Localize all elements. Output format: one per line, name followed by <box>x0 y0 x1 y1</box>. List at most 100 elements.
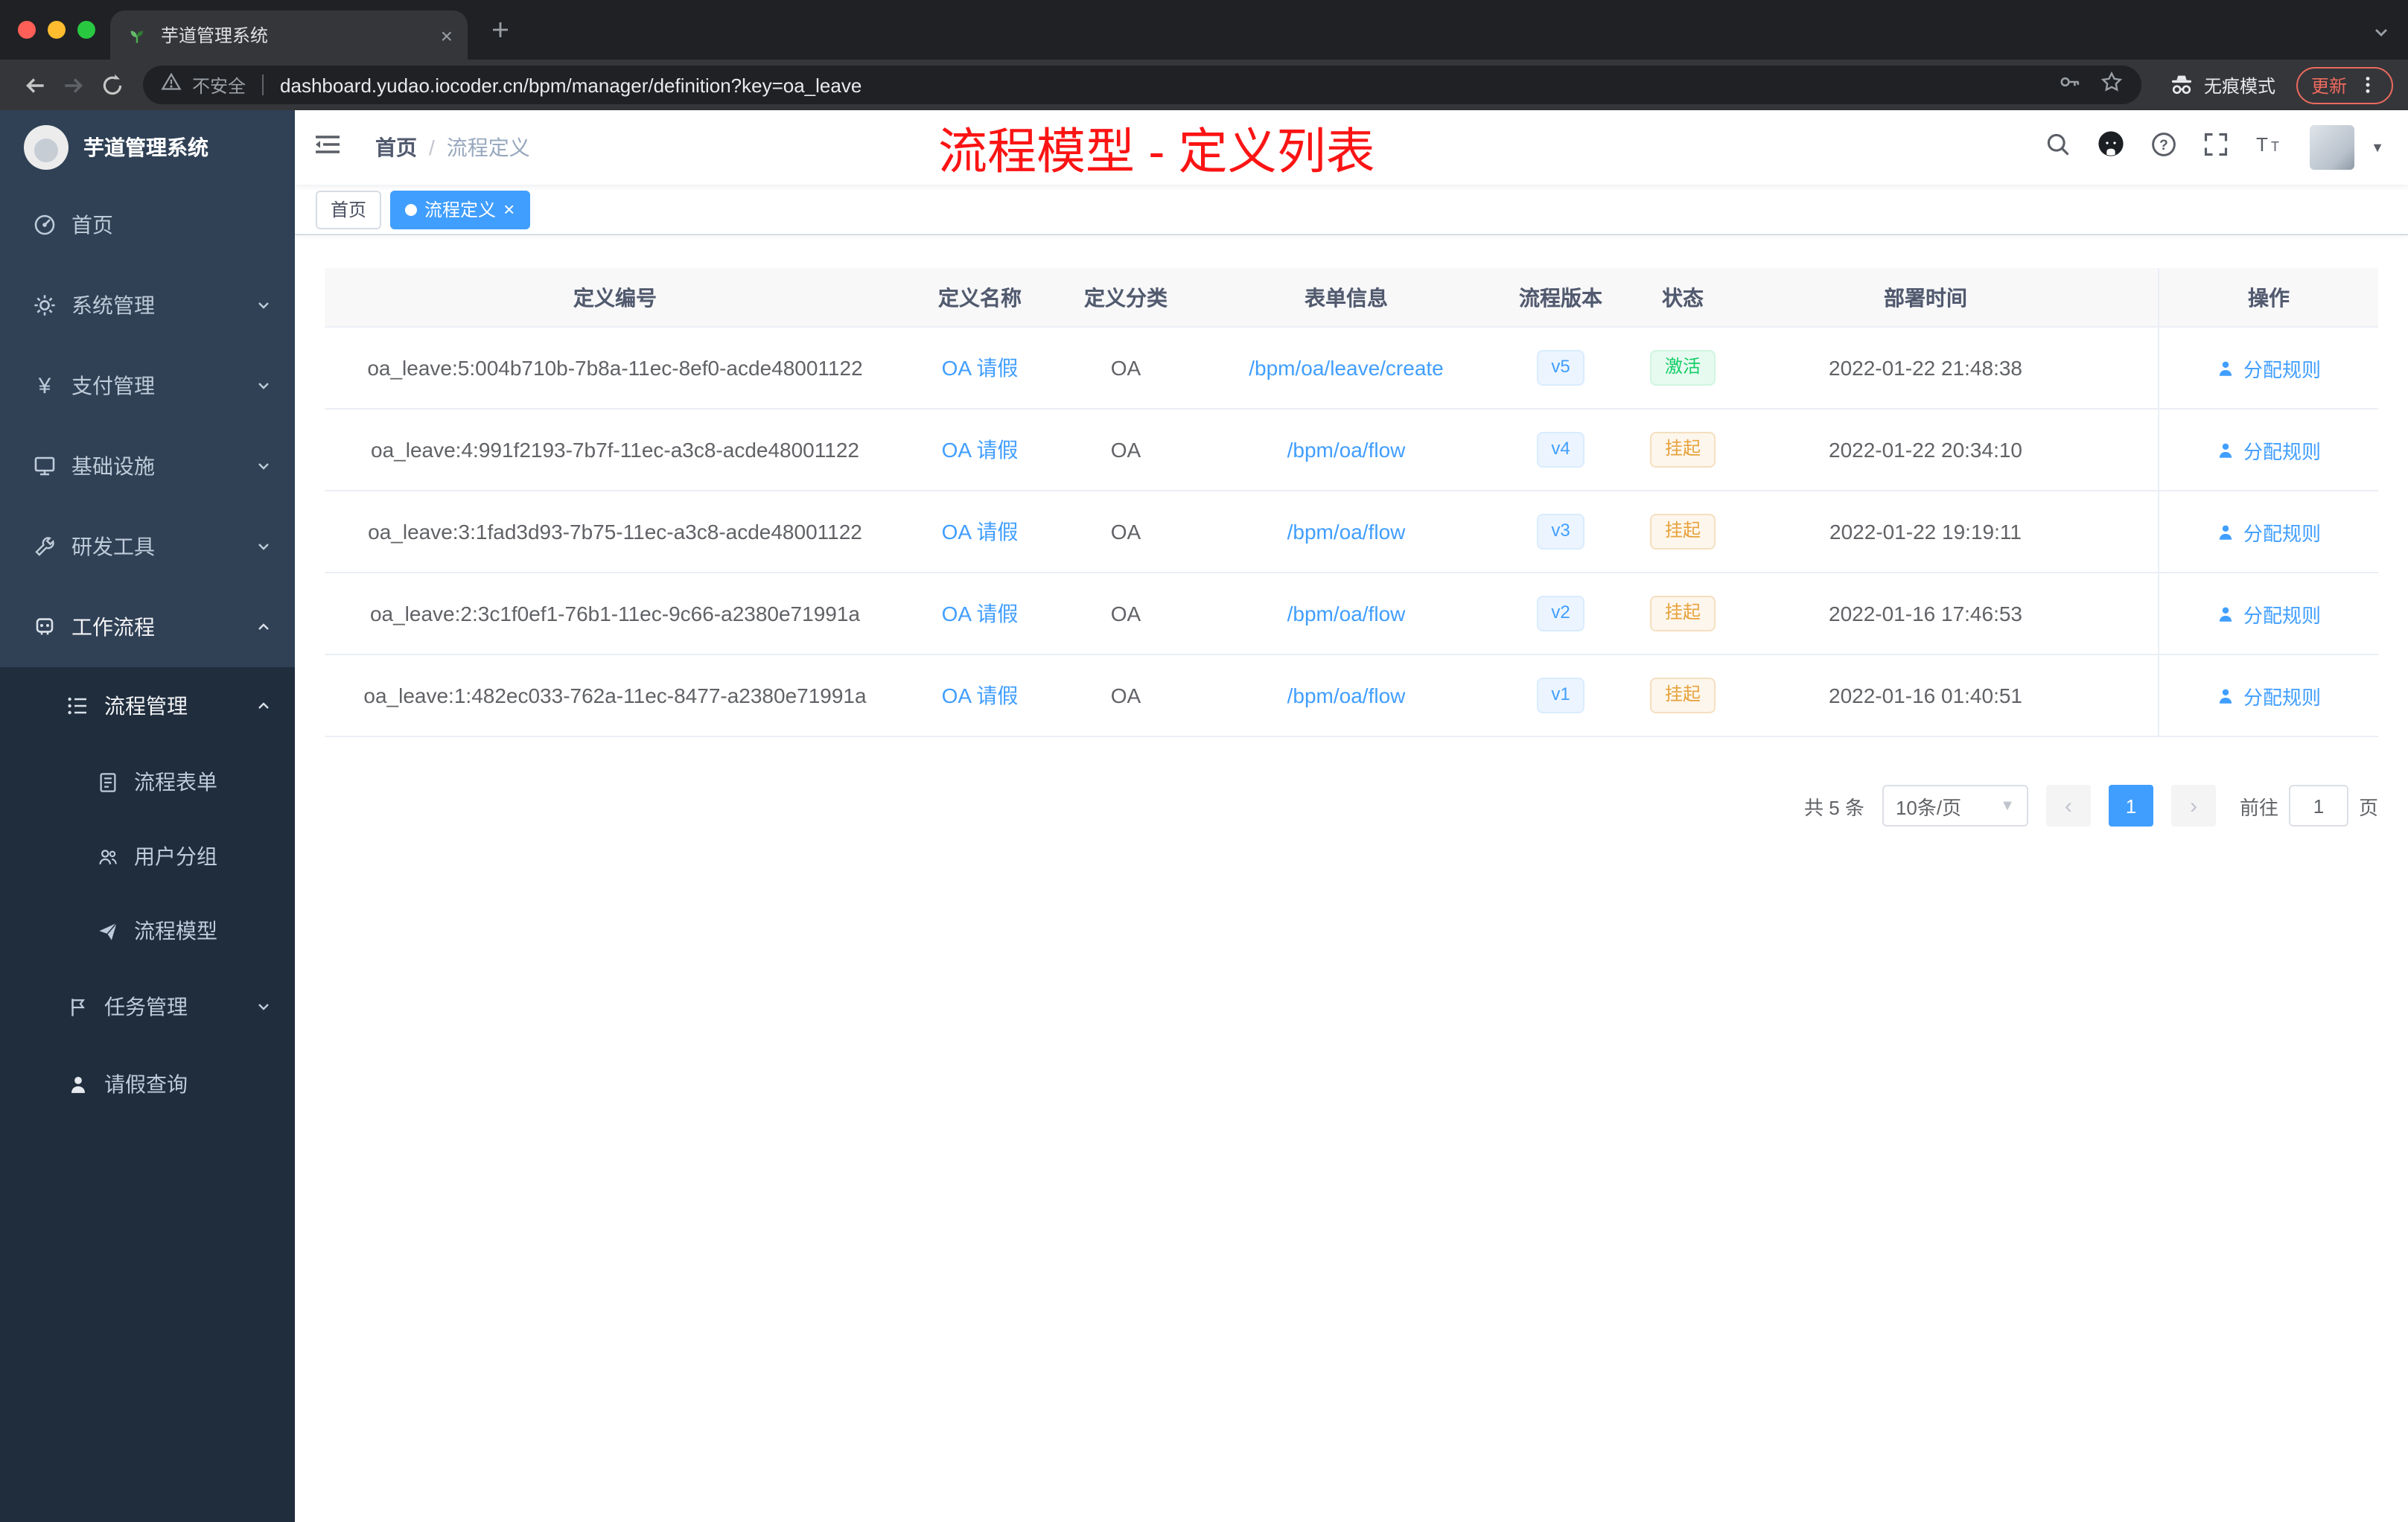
definition-name-link[interactable]: OA 请假 <box>942 353 1019 383</box>
user-menu-caret-icon[interactable]: ▼ <box>2371 140 2384 155</box>
definition-category: OA <box>1110 684 1141 707</box>
sidebar-item-home[interactable]: 首页 <box>0 185 295 265</box>
incognito-badge: 无痕模式 <box>2168 71 2275 98</box>
page-size-select[interactable]: 10条/页 ▼ <box>1882 785 2028 827</box>
workflow-submenu: 流程管理 流程表单 用户分组 流程模型 任务管理 请假查询 <box>0 667 295 1522</box>
search-icon[interactable] <box>2045 130 2071 165</box>
person-icon <box>2220 524 2233 539</box>
definition-id: oa_leave:2:3c1f0ef1-76b1-11ec-9c66-a2380… <box>369 602 860 625</box>
bookmark-star-icon[interactable] <box>2100 69 2124 101</box>
forward-button[interactable] <box>54 72 92 98</box>
table-row: oa_leave:1:482ec033-762a-11ec-8477-a2380… <box>325 655 2378 737</box>
sidebar-item-task-management[interactable]: 任务管理 <box>0 968 295 1045</box>
new-tab-button[interactable] <box>488 18 512 49</box>
assign-rule-link[interactable]: 分配规则 <box>2217 599 2321 628</box>
definition-name-link[interactable]: OA 请假 <box>942 599 1019 628</box>
sidebar-item-payment[interactable]: ¥ 支付管理 <box>0 346 295 426</box>
deploy-time: 2022-01-22 20:34:10 <box>1829 438 2022 462</box>
sidebar-item-leave-query[interactable]: 请假查询 <box>0 1045 295 1123</box>
definition-category: OA <box>1110 602 1141 625</box>
column-header: 部署时间 <box>1884 285 1967 309</box>
table-row: oa_leave:3:1fad3d93-7b75-11ec-a3c8-acde4… <box>325 491 2378 573</box>
font-size-icon[interactable]: TT <box>2255 130 2284 165</box>
browser-update-chip[interactable]: 更新 <box>2296 66 2393 104</box>
version-badge: v5 <box>1536 350 1585 386</box>
pagination: 共 5 条 10条/页 ▼ ‹ 1 › 前往 页 <box>325 785 2378 827</box>
user-avatar[interactable] <box>2310 125 2355 170</box>
tag-process-definition[interactable]: 流程定义 × <box>390 190 530 229</box>
sidebar-item-label: 首页 <box>71 213 113 237</box>
pagination-total: 共 5 条 <box>1804 796 1864 818</box>
breadcrumb-separator: / <box>429 136 435 159</box>
help-icon[interactable]: ? <box>2150 130 2177 165</box>
fullscreen-icon[interactable] <box>2202 130 2229 165</box>
sidebar-item-user-group[interactable]: 用户分组 <box>0 819 295 894</box>
sidebar-toggle-hamburger-icon[interactable] <box>313 129 343 166</box>
navbar: 首页 / 流程定义 流程模型 - 定义列表 ? T T ▼ <box>295 110 2408 185</box>
browser-tab[interactable]: 芋道管理系统 × <box>110 10 468 60</box>
flag-icon <box>66 995 89 1019</box>
logo-title: 芋道管理系统 <box>83 136 208 159</box>
sidebar-item-label: 流程管理 <box>104 694 188 718</box>
definition-name-link[interactable]: OA 请假 <box>942 517 1019 547</box>
form-info-link[interactable]: /bpm/oa/leave/create <box>1249 356 1444 380</box>
security-label[interactable]: 不安全 <box>192 72 246 98</box>
form-info-link[interactable]: /bpm/oa/flow <box>1287 520 1406 544</box>
prev-page-button[interactable]: ‹ <box>2045 785 2091 827</box>
table-row: oa_leave:4:991f2193-7b7f-11ec-a3c8-acde4… <box>325 410 2378 491</box>
workflow-icon <box>33 615 57 639</box>
next-page-button[interactable]: › <box>2170 785 2216 827</box>
address-bar[interactable]: 不安全 dashboard.yudao.iocoder.cn/bpm/manag… <box>143 66 2141 104</box>
sidebar-item-workflow[interactable]: 工作流程 <box>0 587 295 667</box>
page-size-value: 10条/页 <box>1895 796 1962 818</box>
browser-menu-kebab-icon[interactable] <box>2357 74 2378 95</box>
github-icon[interactable] <box>2097 130 2125 165</box>
assign-rule-link[interactable]: 分配规则 <box>2217 354 2321 382</box>
sidebar-item-infrastructure[interactable]: 基础设施 <box>0 426 295 506</box>
svg-text:T: T <box>2271 138 2279 153</box>
page-number-button[interactable]: 1 <box>2108 785 2153 827</box>
tab-close-icon[interactable]: × <box>441 25 453 45</box>
close-window-button[interactable] <box>18 21 36 39</box>
tag-home[interactable]: 首页 <box>316 190 382 229</box>
version-badge: v3 <box>1536 514 1585 550</box>
chevron-down-icon <box>258 544 269 550</box>
tag-close-icon[interactable]: × <box>503 200 515 219</box>
form-info-link[interactable]: /bpm/oa/flow <box>1287 602 1406 625</box>
sidebar-item-process-form[interactable]: 流程表单 <box>0 745 295 819</box>
url-text[interactable]: dashboard.yudao.iocoder.cn/bpm/manager/d… <box>280 74 861 96</box>
yen-icon: ¥ <box>38 373 51 398</box>
update-label[interactable]: 更新 <box>2311 72 2347 98</box>
sidebar-item-devtools[interactable]: 研发工具 <box>0 506 295 587</box>
page-unit-label: 页 <box>2358 796 2378 818</box>
definition-table: 定义编号 定义名称 定义分类 表单信息 流程版本 状态 部署时间 操作 oa_l… <box>325 268 2378 737</box>
assign-rule-link[interactable]: 分配规则 <box>2217 681 2321 710</box>
definition-name-link[interactable]: OA 请假 <box>942 681 1019 710</box>
form-info-link[interactable]: /bpm/oa/flow <box>1287 438 1406 462</box>
assign-rule-link[interactable]: 分配规则 <box>2217 436 2321 464</box>
minimize-window-button[interactable] <box>48 21 66 39</box>
assign-rule-link[interactable]: 分配规则 <box>2217 518 2321 546</box>
form-info-link[interactable]: /bpm/oa/flow <box>1287 684 1406 707</box>
reload-button[interactable] <box>92 72 131 98</box>
version-badge: v1 <box>1536 678 1585 713</box>
tag-label: 首页 <box>331 200 367 220</box>
sidebar-item-label: 支付管理 <box>71 374 155 398</box>
password-key-icon[interactable] <box>2058 69 2082 101</box>
sidebar-item-system[interactable]: 系统管理 <box>0 265 295 346</box>
users-icon <box>95 844 119 868</box>
breadcrumb-home[interactable]: 首页 <box>375 133 417 162</box>
zoom-window-button[interactable] <box>77 21 95 39</box>
sidebar-item-label: 流程模型 <box>134 919 217 943</box>
definition-name-link[interactable]: OA 请假 <box>942 435 1019 465</box>
chevron-down-icon <box>258 383 269 389</box>
tab-search-chevron-icon[interactable] <box>2372 22 2390 49</box>
sidebar-item-process-model[interactable]: 流程模型 <box>0 894 295 968</box>
chevron-down-icon <box>258 1004 269 1010</box>
goto-page-input[interactable] <box>2288 785 2348 827</box>
deploy-time: 2022-01-22 21:48:38 <box>1829 356 2022 380</box>
sidebar-item-process-management[interactable]: 流程管理 <box>0 667 295 745</box>
sidebar: 芋道管理系统 首页 系统管理 ¥ 支付管理 基础设施 研发工具 工作流程 流程管… <box>0 110 295 1522</box>
back-button[interactable] <box>15 72 54 98</box>
svg-text:T: T <box>2256 133 2268 155</box>
